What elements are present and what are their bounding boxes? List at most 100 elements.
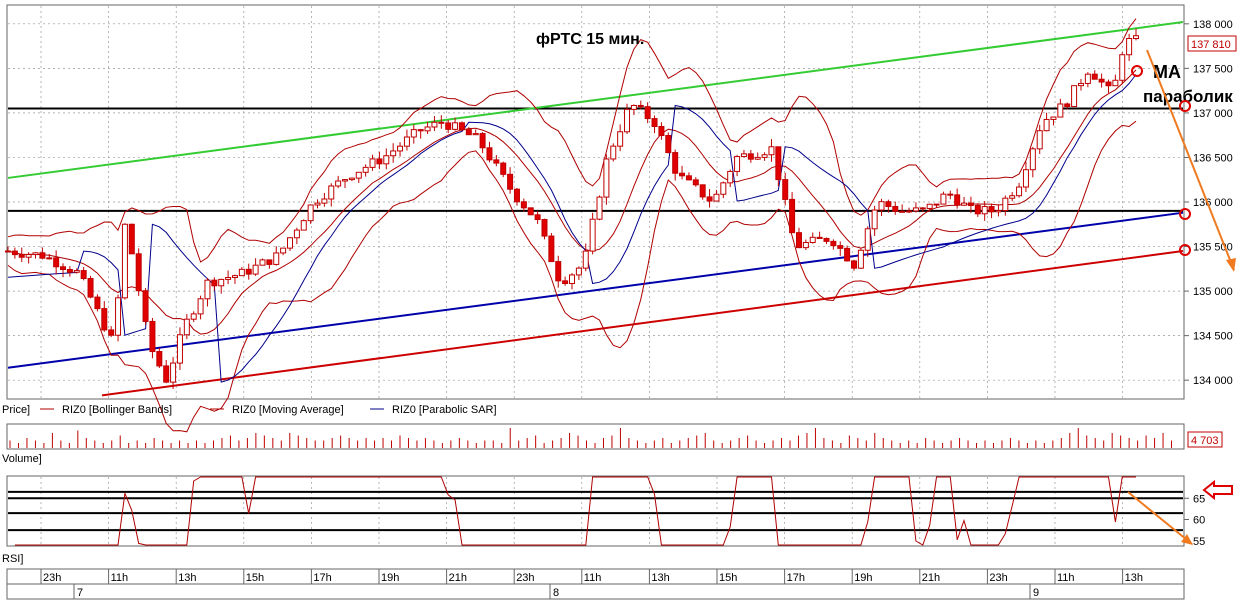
x-tick-label: 23h xyxy=(43,572,61,584)
current-price-label: 137 810 xyxy=(1191,39,1231,51)
candle-down xyxy=(479,133,486,149)
candle-down xyxy=(699,184,706,198)
candle-up xyxy=(740,153,747,158)
candle-down xyxy=(94,296,101,310)
candle-up xyxy=(1043,118,1050,132)
candle-down xyxy=(445,122,452,130)
candle-up xyxy=(1036,130,1043,150)
candle-up xyxy=(1112,79,1119,87)
y-tick-label: 136 000 xyxy=(1193,197,1233,209)
candle-up xyxy=(307,204,314,222)
candle-up xyxy=(390,150,397,157)
candle-up xyxy=(981,206,988,215)
candle-down xyxy=(644,106,651,120)
candle-down xyxy=(245,268,252,275)
candle-down xyxy=(541,219,548,237)
candle-up xyxy=(397,145,404,152)
chart-title: фРТС 15 мин. xyxy=(536,31,644,48)
candle-up xyxy=(472,133,479,136)
candle-down xyxy=(266,259,273,265)
candle-up xyxy=(300,220,307,231)
candle-down xyxy=(1091,73,1098,80)
candle-down xyxy=(18,254,25,258)
y-tick-label: 137 000 xyxy=(1193,108,1233,120)
candle-down xyxy=(534,214,541,221)
x-tick-label: 11h xyxy=(584,572,602,584)
candle-up xyxy=(362,166,369,173)
day-label: 7 xyxy=(77,587,83,599)
candle-up xyxy=(1126,38,1133,56)
candle-down xyxy=(651,118,658,127)
y-tick-label: 134 500 xyxy=(1193,331,1233,343)
candle-down xyxy=(775,146,782,181)
candle-down xyxy=(789,198,796,234)
x-tick-label: 13h xyxy=(651,572,669,584)
candle-down xyxy=(562,280,569,285)
candle-down xyxy=(830,240,837,247)
candle-down xyxy=(465,129,472,136)
legend-price: Price] xyxy=(2,404,30,416)
candle-down xyxy=(80,270,87,280)
candle-up xyxy=(940,193,947,205)
x-tick-label: 21h xyxy=(449,572,467,584)
candle-up xyxy=(32,252,39,256)
candle-up xyxy=(355,171,362,179)
candle-up xyxy=(321,198,328,204)
x-tick-label: 19h xyxy=(381,572,399,584)
candle-up xyxy=(624,108,631,133)
candle-up xyxy=(713,193,720,202)
rsi-level-arrow xyxy=(1202,479,1233,501)
candle-up xyxy=(183,318,190,336)
candle-up xyxy=(912,207,919,212)
day-label: 8 xyxy=(553,587,559,599)
x-tick-label: 11h xyxy=(1057,572,1075,584)
candle-down xyxy=(974,204,981,215)
candle-down xyxy=(885,201,892,208)
candle-up xyxy=(569,274,575,285)
candle-up xyxy=(727,170,734,184)
rsi-y-tick-label: 65 xyxy=(1193,493,1205,505)
candle-down xyxy=(142,290,149,322)
ma-annotation: МА xyxy=(1153,62,1181,82)
candle-up xyxy=(176,334,183,364)
x-tick-label: 23h xyxy=(989,572,1007,584)
candle-down xyxy=(11,250,18,256)
candle-down xyxy=(685,175,692,181)
chart-root: 55 60 65 134 000 134 500 135 000 135 500 136 0… xyxy=(0,0,1240,602)
candle-up xyxy=(348,177,355,181)
x-tick-label: 19h xyxy=(854,572,872,584)
candle-up xyxy=(761,154,768,158)
candle-up xyxy=(630,104,637,110)
candle-up xyxy=(768,146,775,156)
y-tick-label: 136 500 xyxy=(1193,152,1233,164)
candle-up xyxy=(734,156,741,172)
candle-up xyxy=(995,210,1002,213)
legend-label-ma: RIZ0 [Moving Average] xyxy=(232,404,344,416)
candle-up xyxy=(878,201,885,211)
candle-up xyxy=(1009,195,1016,199)
legend-item-ma: RIZ0 [Moving Average] xyxy=(210,404,344,416)
candle-up xyxy=(238,268,245,277)
candle-up xyxy=(857,249,864,269)
candle-up xyxy=(259,259,266,266)
candle-up xyxy=(1029,148,1036,171)
x-tick-label: 15h xyxy=(246,572,264,584)
candle-up xyxy=(610,145,617,160)
candle-down xyxy=(851,260,857,269)
candle-up xyxy=(809,236,816,243)
candle-up xyxy=(1002,197,1009,212)
candle-down xyxy=(892,206,899,212)
x-tick-label: 15h xyxy=(719,572,737,584)
candle-down xyxy=(135,253,142,292)
candle-up xyxy=(403,136,410,147)
candle-up xyxy=(1057,103,1064,118)
x-tick-label: 17h xyxy=(787,572,805,584)
candle-up xyxy=(190,313,197,320)
candle-up xyxy=(603,158,610,198)
candle-up xyxy=(864,228,871,251)
candle-up xyxy=(280,247,287,254)
candle-down xyxy=(672,152,679,174)
candle-up xyxy=(231,275,238,279)
candle-down xyxy=(679,172,686,177)
candle-down xyxy=(1098,78,1105,83)
